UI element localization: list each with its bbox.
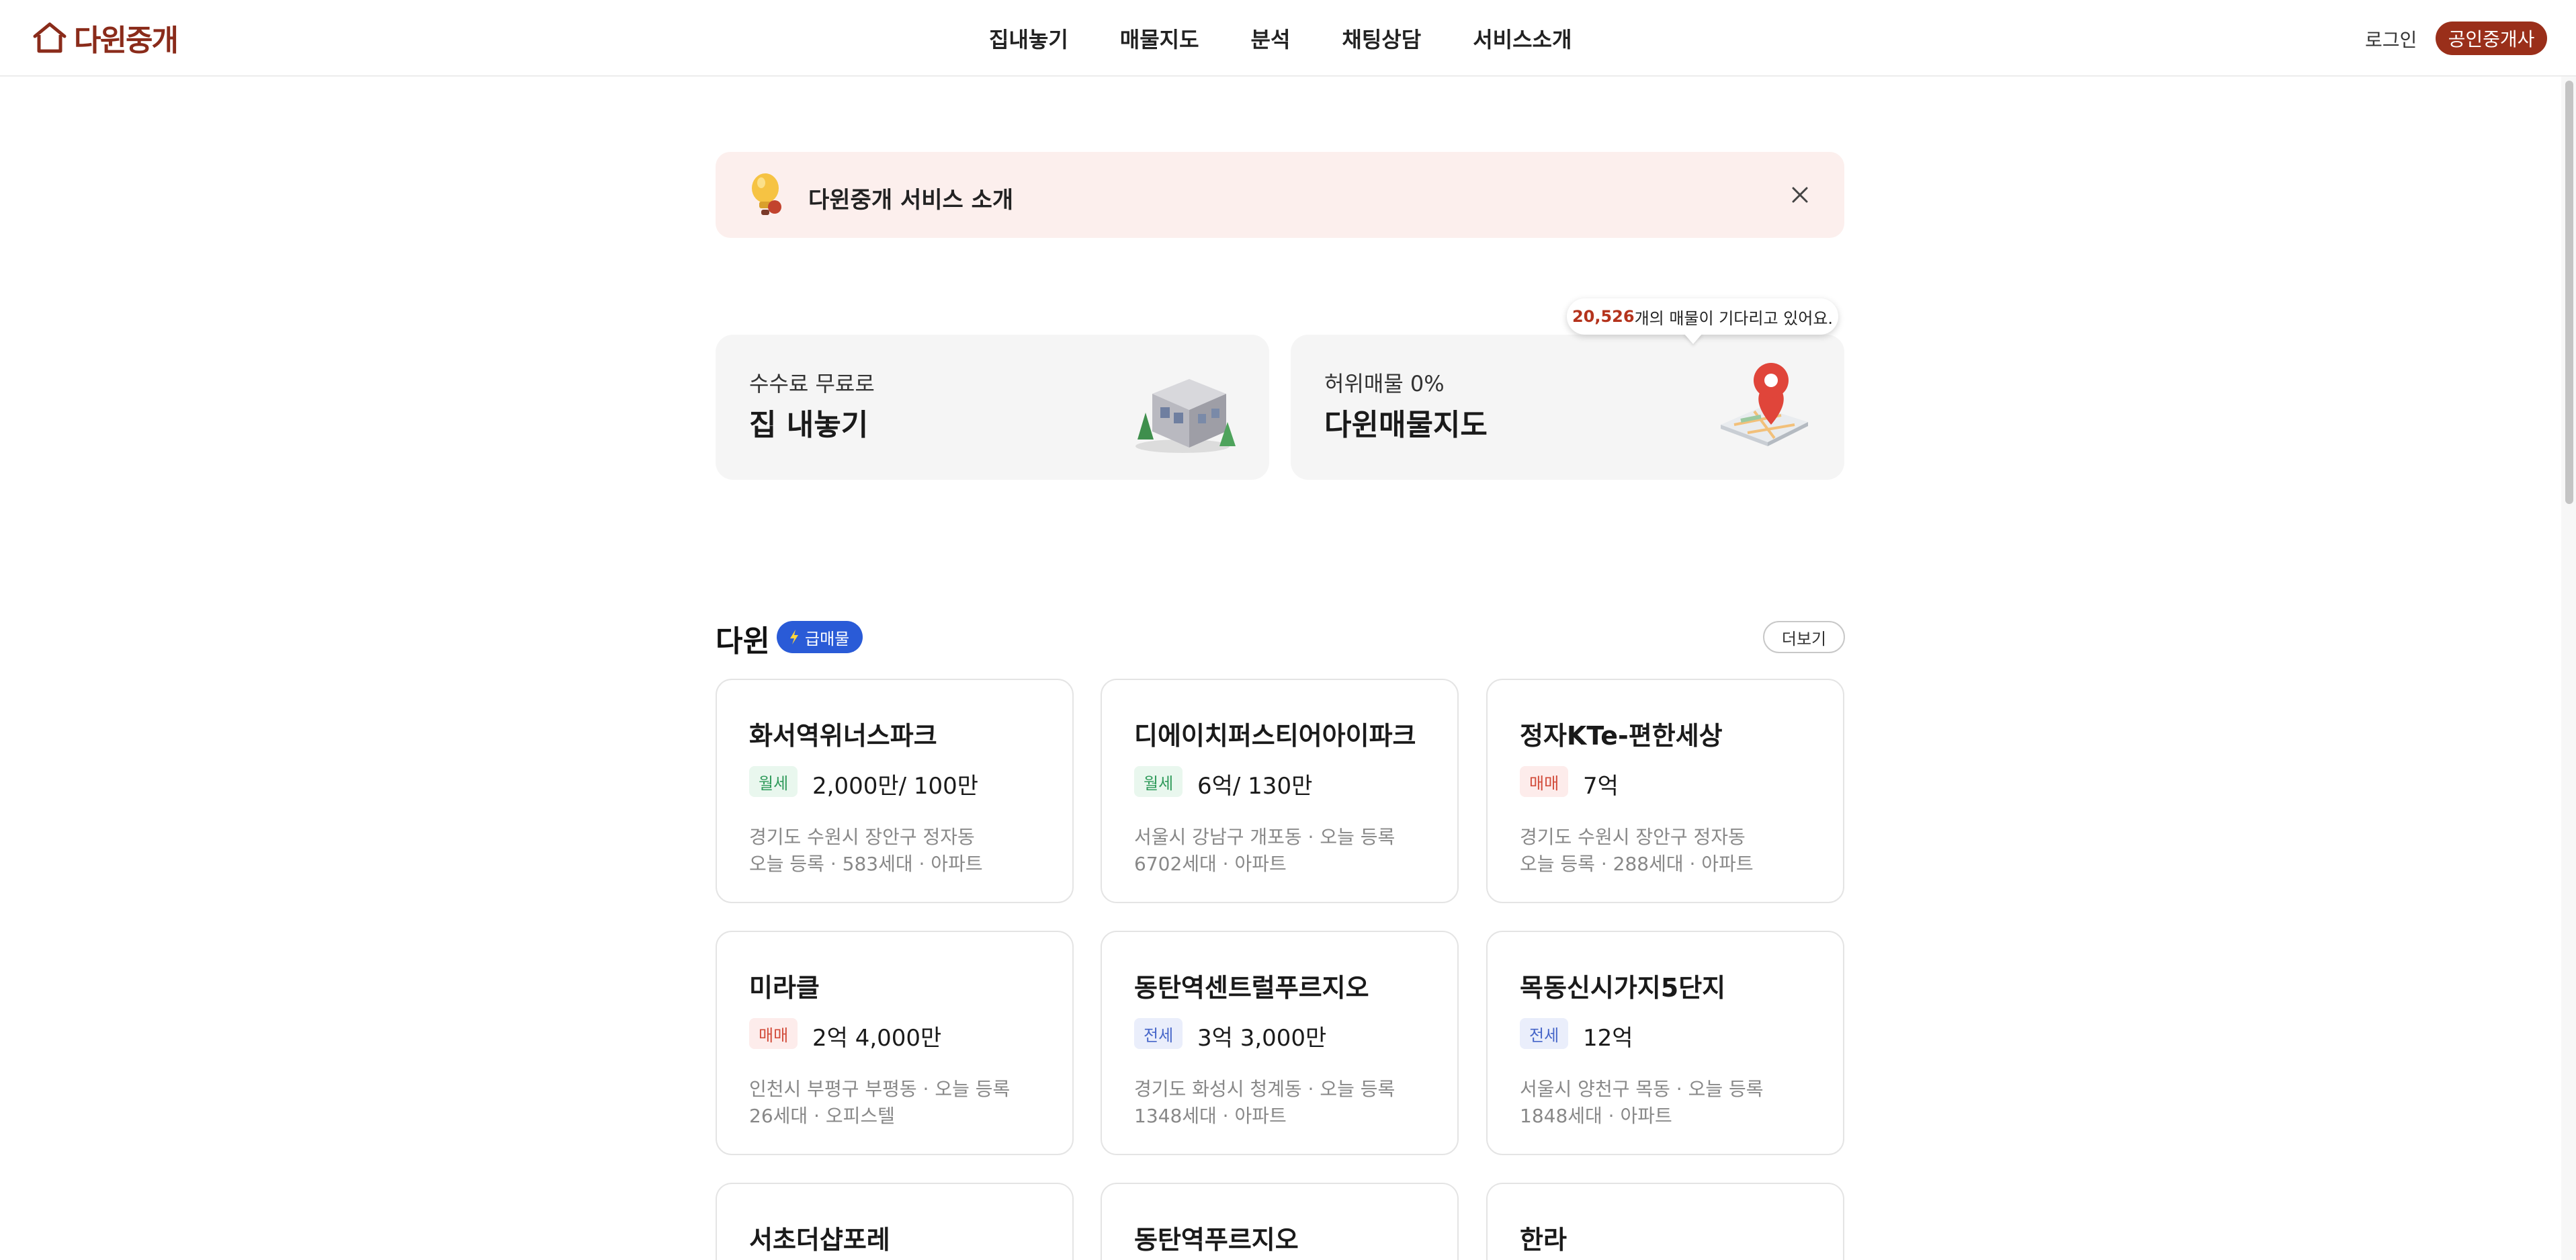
deal-type-badge: 매매: [749, 1018, 798, 1049]
listing-name: 한라: [1520, 1225, 1567, 1255]
listing-name: 정자KTe-편한세상: [1520, 721, 1723, 751]
listing-card[interactable]: 미라클 매매 2억 4,000만 인천시 부평구 부평동 · 오늘 등록 26세…: [716, 931, 1074, 1155]
listing-name: 미라클: [749, 973, 820, 1003]
logo[interactable]: 다윈중개: [31, 19, 179, 58]
listing-card[interactable]: 동탄역푸르지오: [1101, 1183, 1459, 1260]
agent-button[interactable]: 공인중개사: [2436, 22, 2547, 55]
listing-address: 경기도 화성시 청계동 · 오늘 등록: [1134, 1078, 1396, 1100]
property-map-subtitle: 허위매물 0%: [1324, 371, 1445, 396]
map-pin-illustration-icon: [1721, 363, 1808, 446]
listing-card[interactable]: 디에이치퍼스티어아이파크 월세 6억/ 130만 서울시 강남구 개포동 · 오…: [1101, 679, 1459, 903]
listing-card[interactable]: 동탄역센트럴푸르지오 전세 3억 3,000만 경기도 화성시 청계동 · 오늘…: [1101, 931, 1459, 1155]
lightning-icon: [790, 630, 798, 644]
listing-name: 디에이치퍼스티어아이파크: [1134, 721, 1416, 751]
top-header: 다윈중개 집내놓기 매물지도 분석 채팅상담 서비스소개 로그인 공인중개사: [0, 0, 2576, 77]
list-house-subtitle: 수수료 무료로: [749, 371, 875, 396]
property-map-card[interactable]: 허위매물 0% 다윈매물지도: [1291, 335, 1844, 480]
logo-text: 다윈중개: [74, 24, 179, 58]
listing-price: 2억 4,000만: [812, 1025, 942, 1052]
hot-deal-badge-label: 급매물: [805, 629, 850, 648]
lightbulb-icon: [752, 173, 781, 215]
banner-title: 다윈중개 서비스 소개: [808, 187, 1014, 214]
listing-card[interactable]: 서초더샵포레: [716, 1183, 1074, 1260]
listing-name: 동탄역푸르지오: [1134, 1225, 1299, 1255]
listing-price: 12억: [1583, 1025, 1633, 1052]
house-logo-icon: [33, 22, 67, 53]
deal-type-badge: 월세: [1134, 766, 1183, 797]
main-nav: 집내놓기 매물지도 분석 채팅상담 서비스소개: [989, 23, 1572, 54]
list-house-title: 집 내놓기: [749, 408, 869, 442]
listing-card[interactable]: 목동신시가지5단지 전세 12억 서울시 양천구 목동 · 오늘 등록 1848…: [1486, 931, 1844, 1155]
tooltip-tail: [1684, 333, 1703, 344]
nav-item-about[interactable]: 서비스소개: [1473, 23, 1572, 54]
nav-item-list-house[interactable]: 집내놓기: [989, 23, 1068, 54]
scrollbar-thumb[interactable]: [2565, 81, 2573, 504]
nav-item-chat[interactable]: 채팅상담: [1342, 23, 1421, 54]
nav-item-map[interactable]: 매물지도: [1120, 23, 1199, 54]
listing-name: 동탄역센트럴푸르지오: [1134, 973, 1369, 1003]
listing-name: 목동신시가지5단지: [1520, 973, 1726, 1003]
deal-type-badge: 매매: [1520, 766, 1569, 797]
list-house-card[interactable]: 수수료 무료로 집 내놓기: [716, 335, 1269, 480]
listing-address: 서울시 양천구 목동 · 오늘 등록: [1520, 1078, 1764, 1100]
listing-name: 서초더샵포레: [749, 1225, 890, 1255]
property-map-title: 다윈매물지도: [1324, 408, 1488, 442]
listing-address: 인천시 부평구 부평동 · 오늘 등록: [749, 1078, 1011, 1100]
listing-price: 3억 3,000만: [1197, 1025, 1327, 1052]
house-illustration-icon: [1135, 379, 1236, 453]
deal-type-badge: 전세: [1520, 1018, 1569, 1049]
listing-count: 20,526: [1572, 307, 1635, 326]
service-intro-banner[interactable]: 다윈중개 서비스 소개: [716, 152, 1844, 238]
close-icon[interactable]: [1787, 181, 1813, 208]
deal-type-badge: 월세: [749, 766, 798, 797]
listing-card[interactable]: 한라: [1486, 1183, 1844, 1260]
deal-type-badge: 전세: [1134, 1018, 1183, 1049]
listing-address: 서울시 강남구 개포동 · 오늘 등록: [1134, 826, 1396, 848]
listing-card[interactable]: 화서역위너스파크 월세 2,000만/ 100만 경기도 수원시 장안구 정자동…: [716, 679, 1074, 903]
listing-count-suffix: 개의 매물이 기다리고 있어요.: [1634, 308, 1834, 328]
listing-details: 26세대 · 오피스텔: [749, 1105, 895, 1127]
nav-item-analysis[interactable]: 분석: [1251, 23, 1291, 54]
listing-name: 화서역위너스파크: [749, 721, 937, 751]
listing-details: 오늘 등록 · 583세대 · 아파트: [749, 853, 983, 875]
listing-details: 1848세대 · 아파트: [1520, 1105, 1672, 1127]
login-link[interactable]: 로그인: [2365, 26, 2417, 52]
listing-details: 오늘 등록 · 288세대 · 아파트: [1520, 853, 1754, 875]
listing-price: 7억: [1583, 773, 1619, 800]
listing-card[interactable]: 정자KTe-편한세상 매매 7억 경기도 수원시 장안구 정자동 오늘 등록 ·…: [1486, 679, 1844, 903]
listing-address: 경기도 수원시 장안구 정자동: [1520, 826, 1746, 848]
listing-price: 6억/ 130만: [1197, 773, 1313, 800]
listing-count-tooltip: 20,526 개의 매물이 기다리고 있어요.: [1567, 298, 1838, 335]
listing-address: 경기도 수원시 장안구 정자동: [749, 826, 975, 848]
more-button[interactable]: 더보기: [1763, 621, 1845, 653]
listing-details: 1348세대 · 아파트: [1134, 1105, 1287, 1127]
section-title: 다윈: [716, 624, 770, 659]
hot-deal-badge: 급매물: [777, 621, 863, 653]
listing-price: 2,000만/ 100만: [812, 773, 979, 800]
listing-details: 6702세대 · 아파트: [1134, 853, 1287, 875]
